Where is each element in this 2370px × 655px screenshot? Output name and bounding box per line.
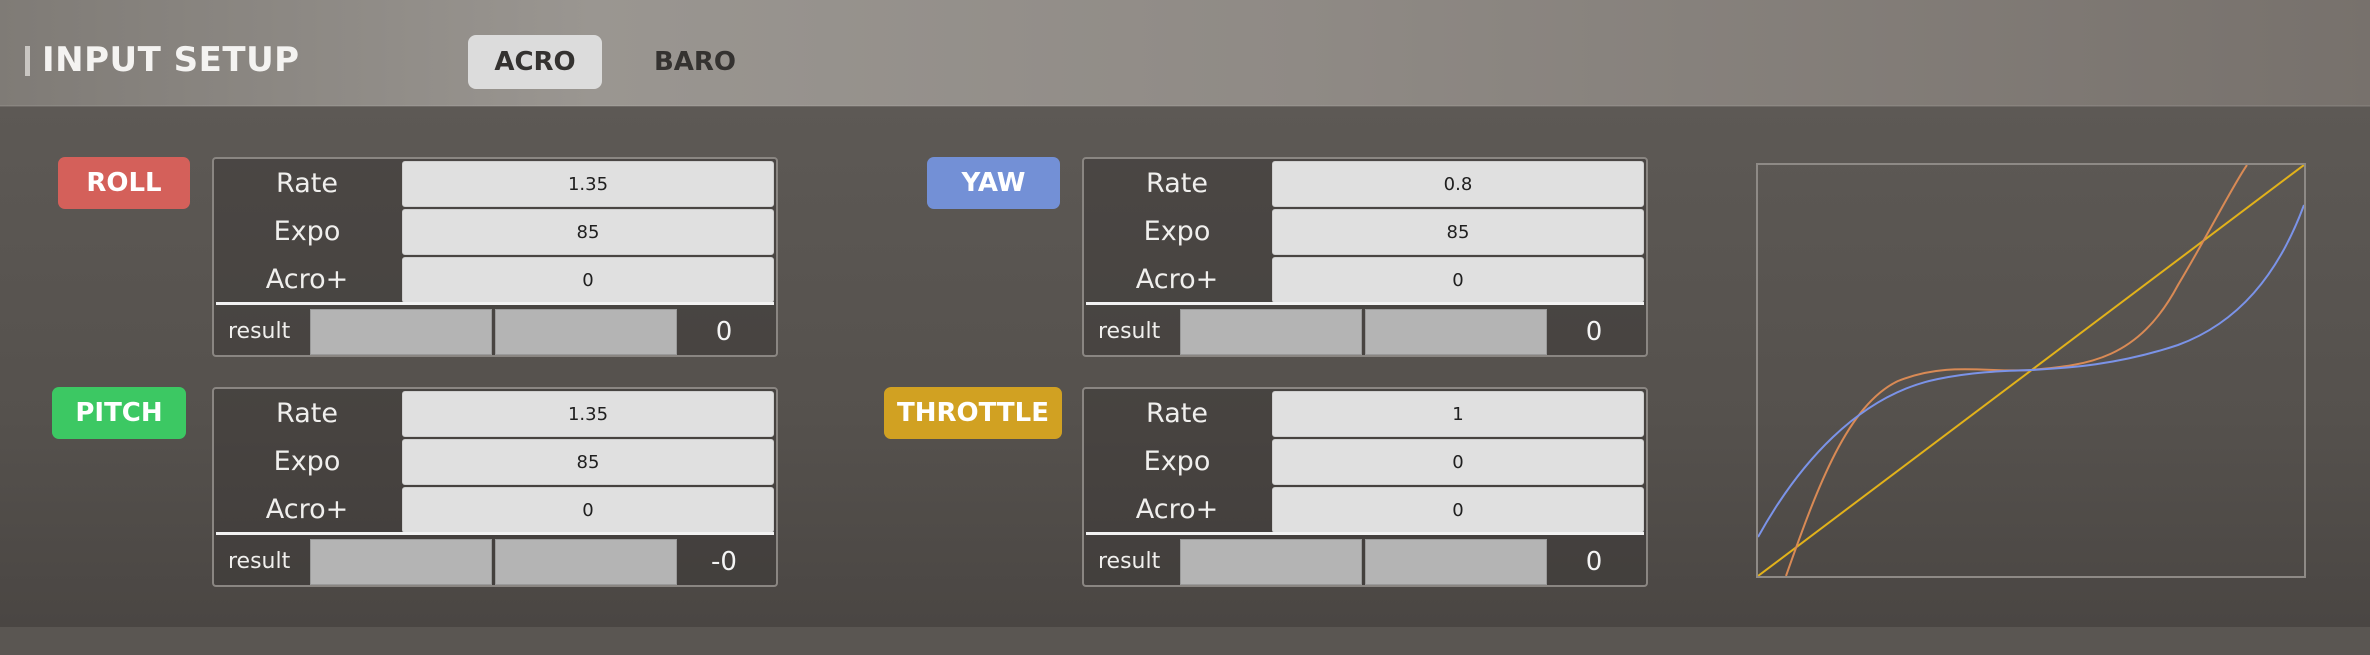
pitch-result-bar-right — [495, 539, 677, 585]
yaw-expo-label: Expo — [1143, 216, 1211, 247]
throttle-panel: Rate 1 Expo 0 Acro+ 0 result 0 — [1082, 387, 1648, 587]
tab-baro[interactable]: BARO — [630, 35, 760, 89]
yaw-rate-input[interactable]: 0.8 — [1272, 161, 1644, 207]
yaw-divider — [1086, 302, 1644, 305]
throttle-rate-input[interactable]: 1 — [1272, 391, 1644, 437]
pitch-divider — [216, 532, 774, 535]
throttle-acro-input[interactable]: 0 — [1272, 487, 1644, 533]
roll-rate-label: Rate — [276, 168, 338, 199]
roll-badge[interactable]: ROLL — [58, 157, 190, 209]
tab-acro[interactable]: ACRO — [468, 35, 602, 89]
pitch-expo-input[interactable]: 85 — [402, 439, 774, 485]
page-title: INPUT SETUP — [42, 40, 300, 80]
throttle-result-bar-left — [1180, 539, 1362, 585]
pitch-expo-label: Expo — [273, 446, 341, 477]
throttle-acro-label: Acro+ — [1135, 494, 1219, 525]
yaw-result-value: 0 — [1585, 317, 1603, 347]
roll-result-bar-left — [310, 309, 492, 355]
yaw-result-bar-right — [1365, 309, 1547, 355]
throttle-result-bar-right — [1365, 539, 1547, 585]
yaw-expo-input[interactable]: 85 — [1272, 209, 1644, 255]
footer-strip — [0, 627, 2370, 655]
throttle-expo-input[interactable]: 0 — [1272, 439, 1644, 485]
roll-expo-input[interactable]: 85 — [402, 209, 774, 255]
header-bar — [0, 0, 2370, 106]
pitch-badge[interactable]: PITCH — [52, 387, 186, 439]
pitch-result-bar-left — [310, 539, 492, 585]
throttle-badge[interactable]: THROTTLE — [884, 387, 1062, 439]
throttle-result-label: result — [1098, 549, 1161, 574]
yaw-panel: Rate 0.8 Expo 85 Acro+ 0 result 0 — [1082, 157, 1648, 357]
yaw-rate-label: Rate — [1146, 168, 1208, 199]
pitch-rate-label: Rate — [276, 398, 338, 429]
roll-divider — [216, 302, 774, 305]
pitch-result-value: -0 — [711, 547, 737, 577]
yaw-result-bar-left — [1180, 309, 1362, 355]
throttle-expo-label: Expo — [1143, 446, 1211, 477]
pitch-result-label: result — [228, 549, 291, 574]
roll-result-bar-right — [495, 309, 677, 355]
roll-result-label: result — [228, 319, 291, 344]
roll-acro-label: Acro+ — [265, 264, 349, 295]
roll-result-value: 0 — [715, 317, 733, 347]
pitch-panel: Rate 1.35 Expo 85 Acro+ 0 result -0 — [212, 387, 778, 587]
yaw-acro-input[interactable]: 0 — [1272, 257, 1644, 303]
pitch-acro-input[interactable]: 0 — [402, 487, 774, 533]
throttle-divider — [1086, 532, 1644, 535]
roll-expo-label: Expo — [273, 216, 341, 247]
yaw-result-label: result — [1098, 319, 1161, 344]
yaw-badge[interactable]: YAW — [927, 157, 1060, 209]
rate-curve-svg — [1758, 165, 2304, 576]
yaw-acro-label: Acro+ — [1135, 264, 1219, 295]
title-accent-bar — [25, 46, 30, 76]
throttle-rate-label: Rate — [1146, 398, 1208, 429]
roll-rate-input[interactable]: 1.35 — [402, 161, 774, 207]
roll-acro-input[interactable]: 0 — [402, 257, 774, 303]
roll-panel: Rate 1.35 Expo 85 Acro+ 0 result 0 — [212, 157, 778, 357]
rate-curve-graph — [1756, 163, 2306, 578]
curve-blue — [1758, 204, 2304, 538]
pitch-acro-label: Acro+ — [265, 494, 349, 525]
pitch-rate-input[interactable]: 1.35 — [402, 391, 774, 437]
throttle-result-value: 0 — [1585, 547, 1603, 577]
